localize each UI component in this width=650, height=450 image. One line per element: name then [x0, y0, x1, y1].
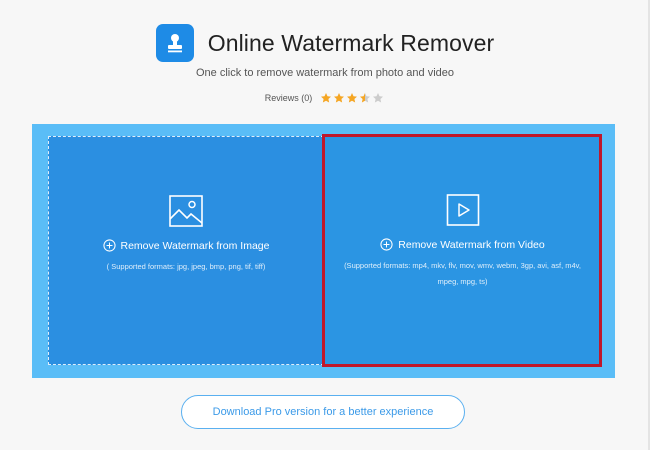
- remove-watermark-video-panel[interactable]: Remove Watermark from Video (Supported f…: [322, 134, 602, 367]
- star-empty-icon[interactable]: [372, 92, 384, 104]
- plus-circle-icon: [102, 239, 116, 252]
- remove-watermark-video-button[interactable]: Remove Watermark from Video: [380, 238, 545, 251]
- image-supported-formats: ( Supported formats: jpg, jpeg, bmp, png…: [106, 262, 266, 271]
- video-supported-formats: (Supported formats: mp4, mkv, flv, mov, …: [344, 261, 581, 286]
- upload-area: Remove Watermark from Image ( Supported …: [32, 124, 615, 378]
- video-action-label: Remove Watermark from Video: [398, 238, 545, 251]
- download-pro-button[interactable]: Download Pro version for a better experi…: [181, 395, 465, 429]
- image-action-label: Remove Watermark from Image: [120, 239, 270, 252]
- stamp-icon: [155, 24, 194, 62]
- reviews-bar: Reviews (0): [0, 92, 650, 104]
- star-icon[interactable]: [333, 92, 345, 104]
- star-half-icon[interactable]: [359, 92, 371, 104]
- video-play-icon: [446, 194, 479, 226]
- star-icon[interactable]: [346, 92, 358, 104]
- reviews-count[interactable]: Reviews (0): [265, 93, 313, 103]
- app-header: Online Watermark Remover: [0, 24, 650, 62]
- remove-watermark-image-panel[interactable]: Remove Watermark from Image ( Supported …: [48, 136, 324, 365]
- remove-watermark-image-button[interactable]: Remove Watermark from Image: [102, 239, 270, 252]
- page-title: Online Watermark Remover: [207, 29, 495, 56]
- plus-circle-icon: [380, 238, 393, 251]
- image-icon: [169, 195, 203, 227]
- star-icon[interactable]: [320, 92, 332, 104]
- page-subtitle: One click to remove watermark from photo…: [195, 67, 454, 79]
